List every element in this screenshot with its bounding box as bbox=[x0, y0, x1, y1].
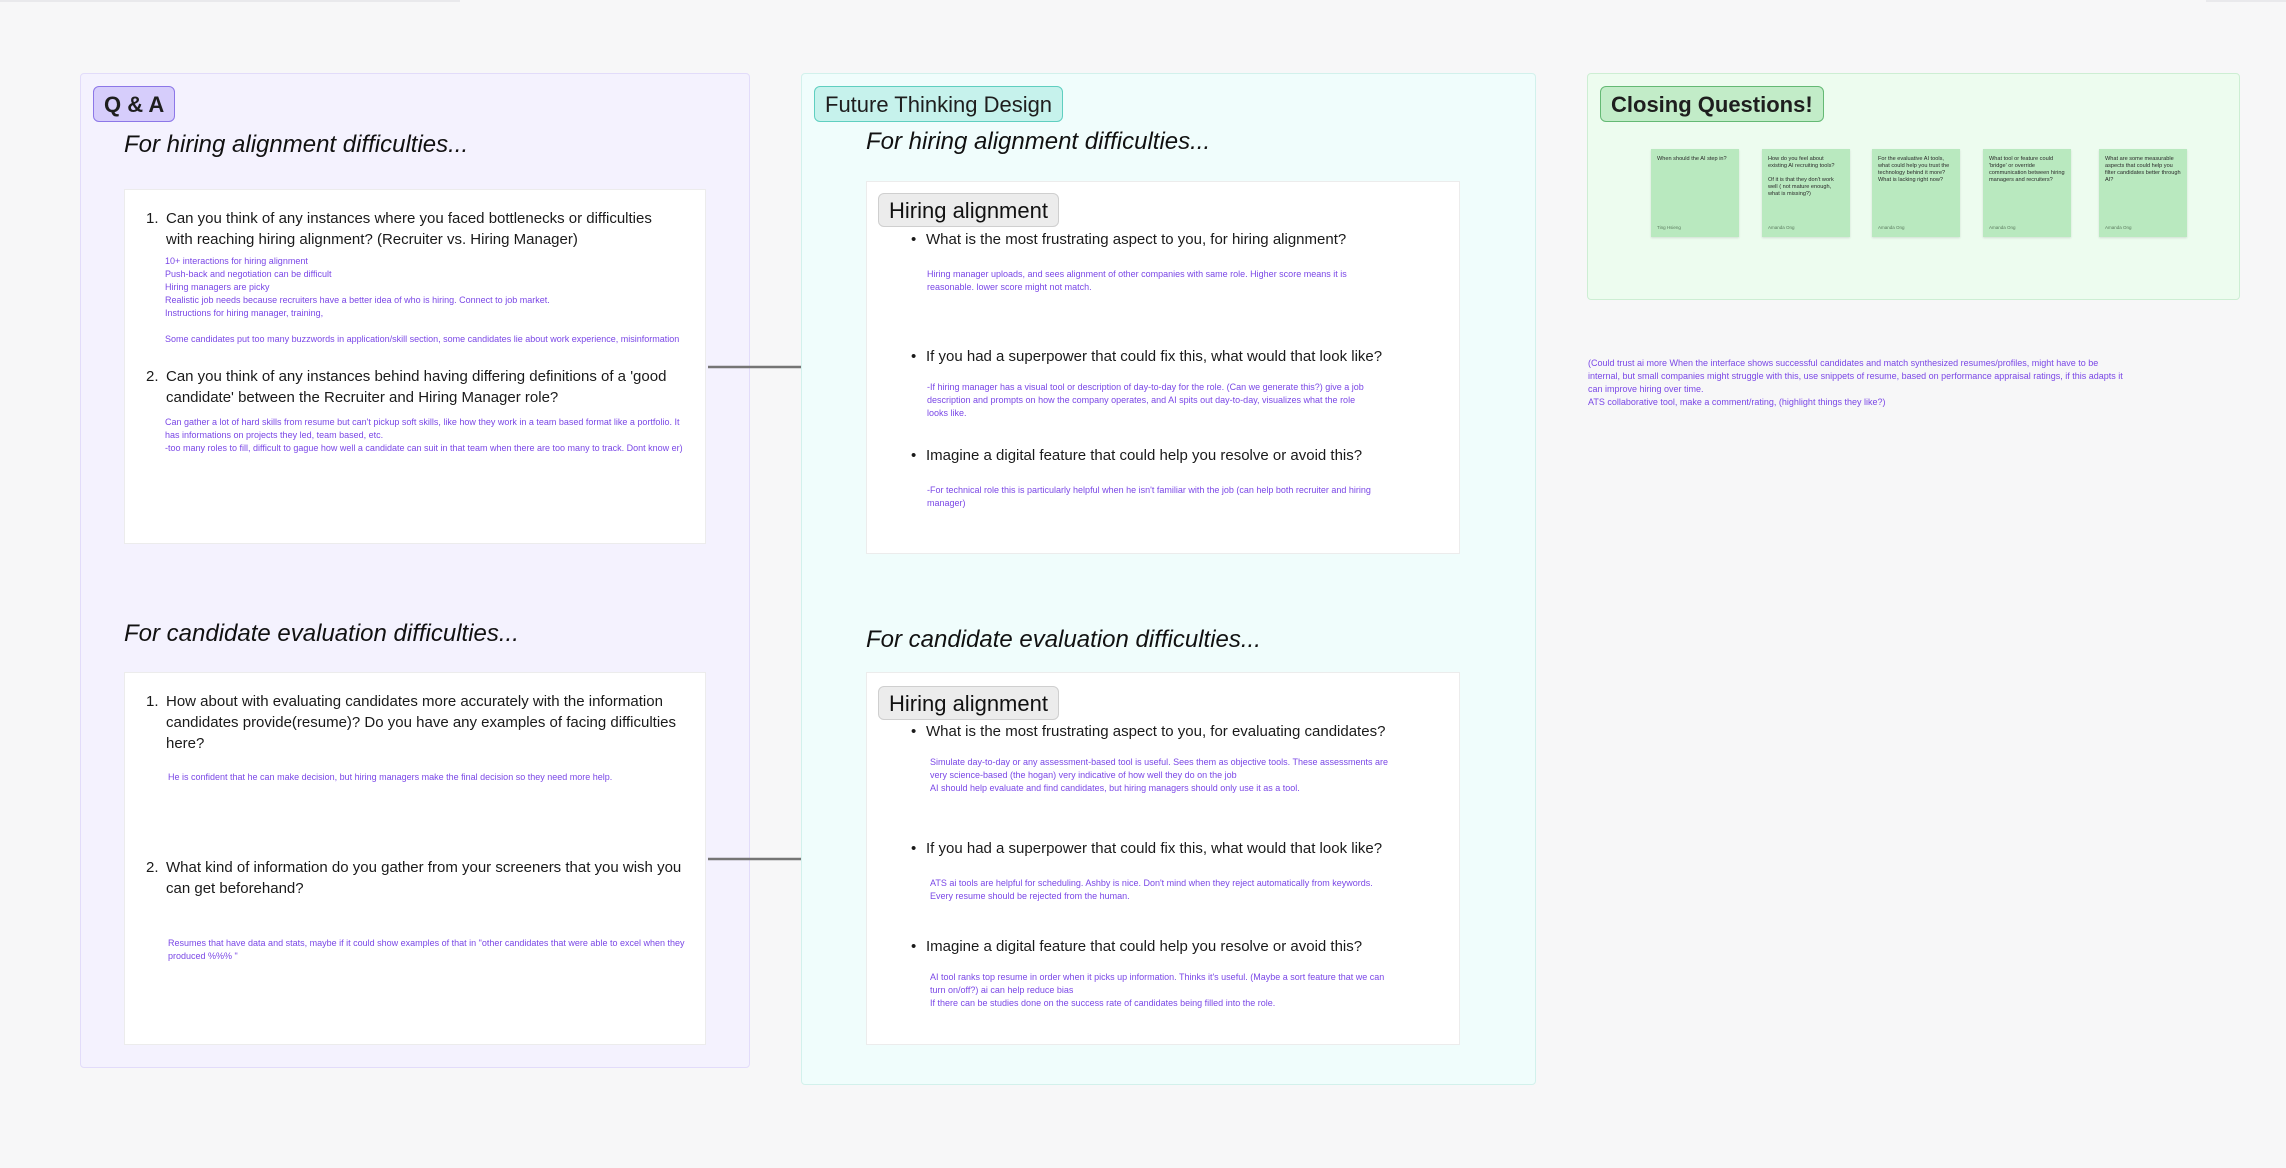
closing-questions-label[interactable]: Closing Questions! bbox=[1600, 86, 1824, 122]
qa-candidate-notes-2[interactable]: Resumes that have data and stats, maybe … bbox=[168, 937, 688, 963]
note-line: Instructions for hiring manager, trainin… bbox=[165, 308, 324, 318]
question-text: Can you think of any instances where you… bbox=[166, 210, 652, 248]
note-line: Resumes that have data and stats, maybe … bbox=[168, 938, 685, 961]
note-line: AI tool ranks top resume in order when i… bbox=[930, 972, 1385, 995]
canvas-top-edge bbox=[0, 0, 460, 2]
question-text: What kind of information do you gather f… bbox=[166, 859, 682, 897]
ftd-hiring-notes-3[interactable]: -For technical role this is particularly… bbox=[927, 484, 1387, 510]
sticky-text: For the evaluative AI tools, what could … bbox=[1878, 156, 1951, 183]
ftd-hiring-heading[interactable]: For hiring alignment difficulties... bbox=[866, 128, 1210, 156]
question-text: Can you think of any instances behind ha… bbox=[166, 368, 667, 406]
question-number: 2. bbox=[146, 368, 159, 385]
note-line: Realistic job needs because recruiters h… bbox=[165, 295, 550, 305]
sticky-note[interactable]: What are some measurable aspects that co… bbox=[2099, 149, 2187, 237]
qa-section-label[interactable]: Q & A bbox=[93, 86, 176, 122]
note-line: 10+ interactions for hiring alignment bbox=[165, 256, 308, 266]
ftd-hiring-item-1[interactable]: What is the most frustrating aspect to y… bbox=[911, 229, 1346, 250]
note-line: Every resume should be rejected from the… bbox=[930, 891, 1130, 901]
ftd-hiring-item-3[interactable]: Imagine a digital feature that could hel… bbox=[911, 445, 1362, 466]
ftd-hiring-notes-1[interactable]: Hiring manager uploads, and sees alignme… bbox=[927, 268, 1367, 294]
ftd-candidate-heading[interactable]: For candidate evaluation difficulties... bbox=[866, 626, 1261, 654]
note-line bbox=[165, 320, 685, 333]
sticky-note[interactable]: For the evaluative AI tools, what could … bbox=[1872, 149, 1960, 237]
ftd-hiring-item-2[interactable]: If you had a superpower that could fix t… bbox=[911, 346, 1382, 367]
sticky-author: Amanda Ong bbox=[1878, 225, 1905, 230]
note-line: Can gather a lot of hard skills from res… bbox=[165, 417, 680, 440]
sticky-note[interactable]: What tool or feature could 'bridge' or o… bbox=[1983, 149, 2071, 237]
ftd-hiring-notes-2[interactable]: -If hiring manager has a visual tool or … bbox=[927, 381, 1377, 420]
note-line: -If hiring manager has a visual tool or … bbox=[927, 382, 1364, 418]
note-line: ATS ai tools are helpful for scheduling.… bbox=[930, 878, 1373, 888]
qa-hiring-notes-2[interactable]: Can gather a lot of hard skills from res… bbox=[165, 416, 685, 455]
sticky-text: When should the AI step in? bbox=[1657, 156, 1727, 162]
ftd-candidate-notes-2[interactable]: ATS ai tools are helpful for scheduling.… bbox=[930, 877, 1410, 903]
note-line: Hiring managers are picky bbox=[165, 282, 270, 292]
canvas-top-edge-right bbox=[2206, 0, 2286, 2]
qa-candidate-heading[interactable]: For candidate evaluation difficulties... bbox=[124, 620, 519, 648]
sticky-note[interactable]: How do you feel about existing AI recrui… bbox=[1762, 149, 1850, 237]
sticky-note[interactable]: When should the AI step in? Ting Hsieng bbox=[1651, 149, 1739, 237]
ftd-candidate-item-2[interactable]: If you had a superpower that could fix t… bbox=[911, 838, 1382, 859]
closing-side-notes[interactable]: (Could trust ai more When the interface … bbox=[1588, 357, 2128, 409]
sticky-text: What are some measurable aspects that co… bbox=[2105, 156, 2182, 183]
note-line: -too many roles to fill, difficult to ga… bbox=[165, 443, 683, 453]
ftd-candidate-notes-1[interactable]: Simulate day-to-day or any assessment-ba… bbox=[930, 756, 1400, 795]
note-line: -For technical role this is particularly… bbox=[927, 485, 1371, 508]
sticky-text: What tool or feature could 'bridge' or o… bbox=[1989, 156, 2067, 183]
hiring-alignment-label[interactable]: Hiring alignment bbox=[878, 193, 1059, 227]
future-thinking-label[interactable]: Future Thinking Design bbox=[814, 86, 1064, 122]
qa-candidate-question-2[interactable]: 2. What kind of information do you gathe… bbox=[146, 857, 686, 899]
note-line: AI should help evaluate and find candida… bbox=[930, 783, 1300, 793]
note-line: Some candidates put too many buzzwords i… bbox=[165, 334, 680, 344]
note-line: Simulate day-to-day or any assessment-ba… bbox=[930, 757, 1389, 780]
sticky-author: Amanda Ong bbox=[1989, 225, 2016, 230]
ftd-candidate-notes-3[interactable]: AI tool ranks top resume in order when i… bbox=[930, 971, 1400, 1010]
sticky-author: Ting Hsieng bbox=[1657, 225, 1681, 230]
qa-candidate-notes-1[interactable]: He is confident that he can make decisio… bbox=[168, 771, 688, 784]
sticky-author: Amanda Ong bbox=[2105, 225, 2132, 230]
hiring-alignment-label[interactable]: Hiring alignment bbox=[878, 686, 1059, 720]
ftd-candidate-item-1[interactable]: What is the most frustrating aspect to y… bbox=[911, 721, 1385, 742]
sticky-author: Amanda Ong bbox=[1768, 225, 1795, 230]
note-line: (Could trust ai more When the interface … bbox=[1588, 358, 2123, 394]
qa-candidate-question-1[interactable]: 1. How about with evaluating candidates … bbox=[146, 691, 686, 754]
qa-hiring-question-1[interactable]: 1. Can you think of any instances where … bbox=[146, 208, 676, 250]
qa-hiring-question-2[interactable]: 2. Can you think of any instances behind… bbox=[146, 366, 676, 408]
question-number: 1. bbox=[146, 210, 159, 227]
question-number: 1. bbox=[146, 693, 159, 710]
qa-hiring-heading[interactable]: For hiring alignment difficulties... bbox=[124, 131, 468, 159]
sticky-text: How do you feel about existing AI recrui… bbox=[1768, 156, 1835, 197]
note-line: He is confident that he can make decisio… bbox=[168, 772, 613, 782]
note-line: Hiring manager uploads, and sees alignme… bbox=[927, 269, 1347, 292]
note-line: If there can be studies done on the succ… bbox=[930, 998, 1276, 1008]
ftd-candidate-item-3[interactable]: Imagine a digital feature that could hel… bbox=[911, 936, 1362, 957]
question-text: How about with evaluating candidates mor… bbox=[166, 693, 676, 752]
qa-hiring-notes-1[interactable]: 10+ interactions for hiring alignment Pu… bbox=[165, 255, 685, 346]
note-line: Push-back and negotiation can be difficu… bbox=[165, 269, 332, 279]
question-number: 2. bbox=[146, 859, 159, 876]
note-line: ATS collaborative tool, make a comment/r… bbox=[1588, 397, 1886, 407]
